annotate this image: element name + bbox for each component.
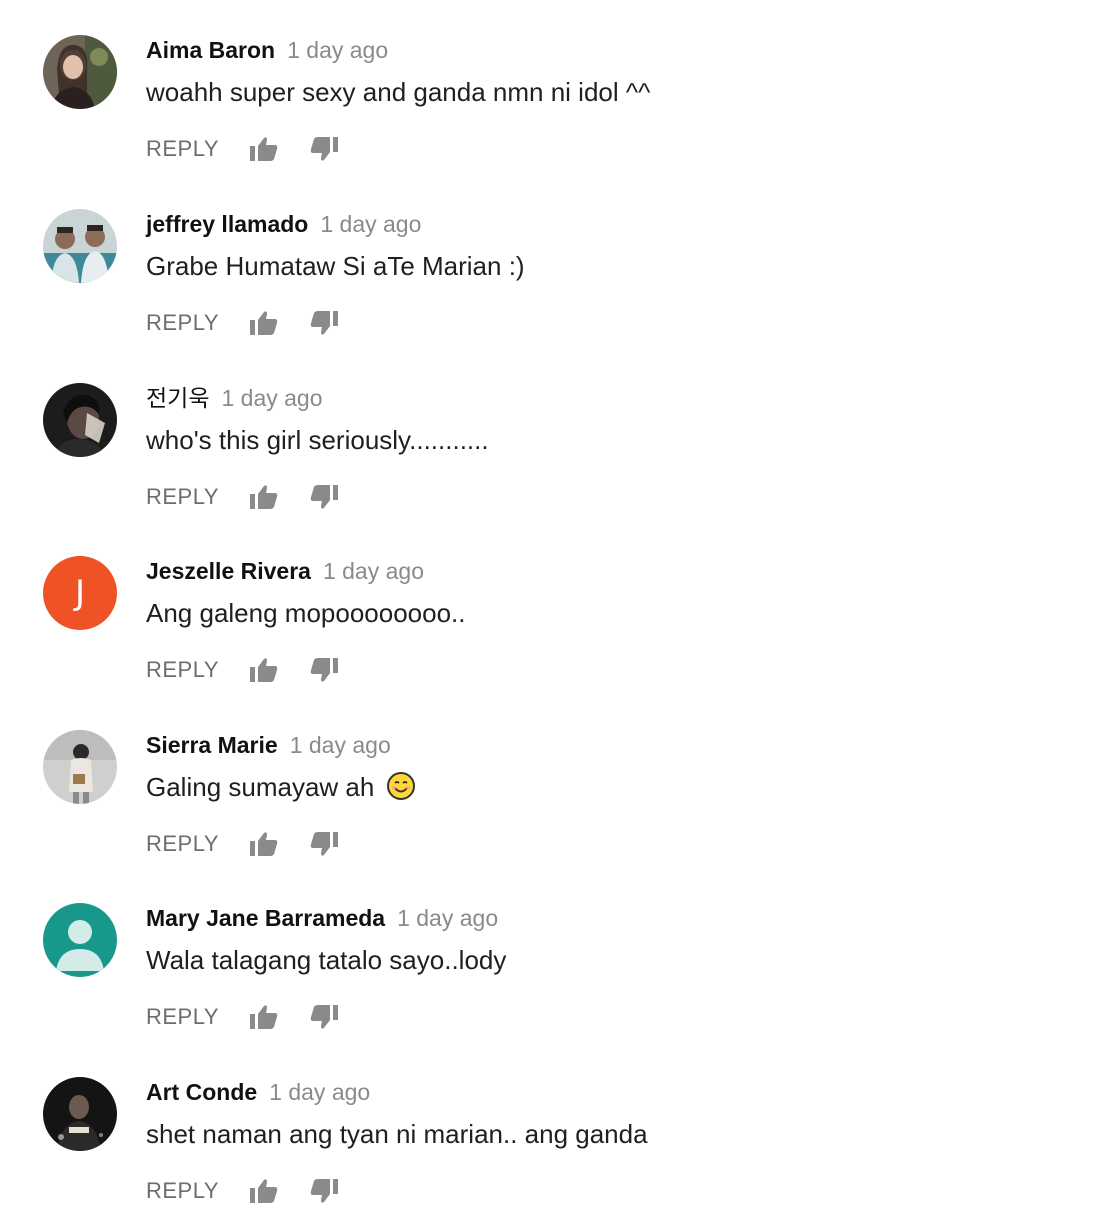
author-name[interactable]: Art Conde xyxy=(146,1079,257,1105)
comment-text: Ang galeng mopoooooooo.. xyxy=(146,598,466,628)
comment-actions: REPLY xyxy=(146,482,339,512)
smiling-face-icon xyxy=(386,771,416,808)
comment-header: jeffrey llamado 1 day ago xyxy=(146,210,421,238)
avatar[interactable] xyxy=(43,730,117,804)
comment-header: Jeszelle Rivera 1 day ago xyxy=(146,557,424,585)
comment-text: shet naman ang tyan ni marian.. ang gand… xyxy=(146,1119,648,1149)
thumbs-down-icon[interactable] xyxy=(309,657,339,683)
author-name[interactable]: 전기욱 xyxy=(146,386,209,412)
thumbs-down-icon[interactable] xyxy=(309,310,339,336)
comment-actions: REPLY xyxy=(146,1176,339,1206)
reply-button[interactable]: REPLY xyxy=(146,484,219,510)
reply-button[interactable]: REPLY xyxy=(146,1178,219,1204)
timestamp[interactable]: 1 day ago xyxy=(320,211,421,237)
timestamp[interactable]: 1 day ago xyxy=(269,1079,370,1105)
author-name[interactable]: Jeszelle Rivera xyxy=(146,558,311,584)
author-name[interactable]: Sierra Marie xyxy=(146,732,278,758)
comment: jeffrey llamado 1 day ago Grabe Humataw S… xyxy=(0,174,1120,347)
thumbs-up-icon[interactable] xyxy=(249,657,279,683)
timestamp[interactable]: 1 day ago xyxy=(397,905,498,931)
avatar[interactable] xyxy=(43,383,117,457)
thumbs-down-icon[interactable] xyxy=(309,484,339,510)
timestamp[interactable]: 1 day ago xyxy=(290,732,391,758)
comment: Sierra Marie 1 day ago Galing sumayaw ah … xyxy=(0,695,1120,868)
reply-button[interactable]: REPLY xyxy=(146,657,219,683)
author-name[interactable]: Mary Jane Barrameda xyxy=(146,905,385,931)
thumbs-up-icon[interactable] xyxy=(249,310,279,336)
comment-header: Aima Baron 1 day ago xyxy=(146,36,388,64)
thumbs-up-icon[interactable] xyxy=(249,484,279,510)
comment-actions: REPLY xyxy=(146,134,339,164)
comment-actions: REPLY xyxy=(146,655,339,685)
avatar[interactable] xyxy=(43,209,117,283)
comment-text: Galing sumayaw ah xyxy=(146,771,416,808)
comment-text: Grabe Humataw Si aTe Marian :) xyxy=(146,251,525,281)
thumbs-up-icon[interactable] xyxy=(249,1004,279,1030)
comment-text: Wala talagang tatalo sayo..lody xyxy=(146,945,507,975)
comment: 전기욱 1 day ago who's this girl seriously..… xyxy=(0,348,1120,521)
thumbs-up-icon[interactable] xyxy=(249,1178,279,1204)
avatar[interactable] xyxy=(43,1077,117,1151)
reply-button[interactable]: REPLY xyxy=(146,136,219,162)
author-name[interactable]: Aima Baron xyxy=(146,37,275,63)
timestamp[interactable]: 1 day ago xyxy=(323,558,424,584)
comment-text-content: Galing sumayaw ah xyxy=(146,772,375,802)
author-name[interactable]: jeffrey llamado xyxy=(146,211,308,237)
reply-button[interactable]: REPLY xyxy=(146,831,219,857)
comment-text: who's this girl seriously........... xyxy=(146,425,489,455)
avatar-initial: J xyxy=(74,573,86,613)
thumbs-down-icon[interactable] xyxy=(309,831,339,857)
thumbs-down-icon[interactable] xyxy=(309,136,339,162)
comment-header: Sierra Marie 1 day ago xyxy=(146,731,391,759)
comment-list: Aima Baron 1 day ago woahh super sexy and… xyxy=(0,0,1120,1229)
comment: Aima Baron 1 day ago woahh super sexy and… xyxy=(0,0,1120,173)
comment-header: Mary Jane Barrameda 1 day ago xyxy=(146,904,498,932)
thumbs-down-icon[interactable] xyxy=(309,1004,339,1030)
timestamp[interactable]: 1 day ago xyxy=(221,385,322,411)
comment-header: Art Conde 1 day ago xyxy=(146,1078,370,1106)
thumbs-down-icon[interactable] xyxy=(309,1178,339,1204)
comment-actions: REPLY xyxy=(146,829,339,859)
comment-text: woahh super sexy and ganda nmn ni idol ^… xyxy=(146,77,651,107)
reply-button[interactable]: REPLY xyxy=(146,310,219,336)
comment: J Jeszelle Rivera 1 day ago Ang galeng mo… xyxy=(0,521,1120,694)
comment-header: 전기욱 1 day ago xyxy=(146,384,323,413)
comment: Art Conde 1 day ago shet naman ang tyan n… xyxy=(0,1042,1120,1215)
comment: Mary Jane Barrameda 1 day ago Wala talaga… xyxy=(0,868,1120,1041)
timestamp[interactable]: 1 day ago xyxy=(287,37,388,63)
default-person-icon[interactable] xyxy=(43,903,117,977)
avatar[interactable]: J xyxy=(43,556,117,630)
comment-actions: REPLY xyxy=(146,308,339,338)
comment-actions: REPLY xyxy=(146,1002,339,1032)
reply-button[interactable]: REPLY xyxy=(146,1004,219,1030)
thumbs-up-icon[interactable] xyxy=(249,136,279,162)
thumbs-up-icon[interactable] xyxy=(249,831,279,857)
avatar[interactable] xyxy=(43,35,117,109)
